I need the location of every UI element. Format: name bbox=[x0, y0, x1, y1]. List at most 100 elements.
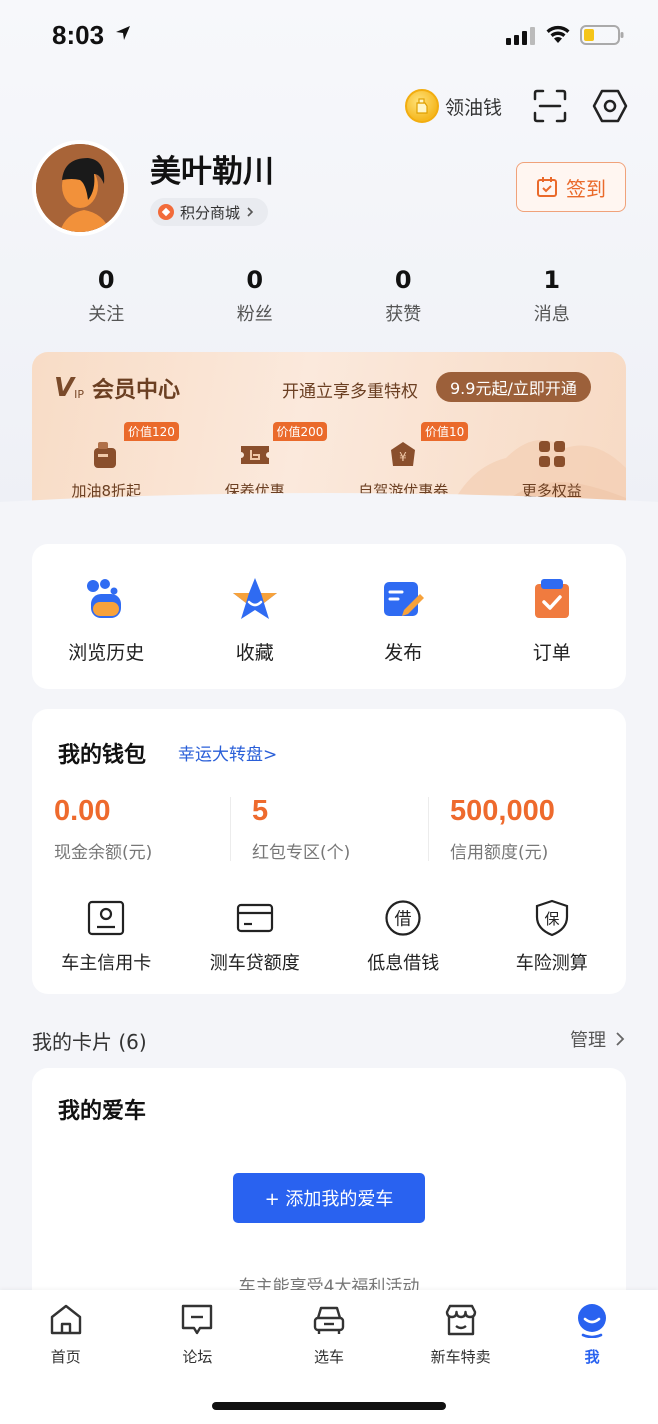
vip-logo-v: V bbox=[54, 373, 75, 403]
calendar-check-icon bbox=[537, 177, 557, 197]
oil-money-label[interactable]: 领油钱 bbox=[445, 93, 502, 120]
quick-action-favorite[interactable]: 收藏 bbox=[181, 544, 330, 689]
quick-action-label: 浏览历史 bbox=[68, 642, 145, 664]
wallet-tool-loan-quota[interactable]: 测车贷额度 bbox=[181, 899, 330, 975]
bank-card-icon bbox=[236, 903, 273, 933]
history-icon bbox=[87, 579, 122, 618]
header-actions: 领油钱 bbox=[404, 86, 628, 126]
wallet-tool-credit-card[interactable]: 车主信用卡 bbox=[32, 899, 181, 975]
oil-can-icon bbox=[94, 442, 117, 468]
wallet-tool-label: 车险测算 bbox=[515, 953, 588, 974]
location-arrow-icon bbox=[116, 26, 130, 40]
wallet-tools: 车主信用卡 测车贷额度 借 低息借钱 保 车险测算 bbox=[32, 899, 626, 975]
cellular-signal-icon bbox=[506, 27, 535, 45]
battery-icon bbox=[580, 25, 624, 45]
wallet-tool-insurance[interactable]: 保 车险测算 bbox=[478, 899, 627, 975]
grid-icon bbox=[538, 441, 565, 467]
wifi-icon bbox=[546, 25, 570, 43]
insurance-shield-icon: 保 bbox=[535, 899, 568, 937]
add-car-button[interactable]: + 添加我的爱车 bbox=[233, 1173, 425, 1223]
stat-messages[interactable]: 1 消息 bbox=[478, 266, 627, 326]
id-card-icon bbox=[88, 900, 125, 936]
header-curve-divider bbox=[0, 493, 658, 530]
tab-label: 新车特卖 bbox=[430, 1348, 491, 1366]
forum-icon bbox=[182, 1304, 213, 1335]
manage-label: 管理 bbox=[570, 1030, 606, 1051]
quick-action-label: 订单 bbox=[532, 642, 571, 664]
wallet-title: 我的钱包 bbox=[58, 743, 147, 768]
car-select-icon bbox=[313, 1306, 345, 1334]
new-car-sale-icon bbox=[445, 1304, 476, 1336]
stat-label: 粉丝 bbox=[236, 304, 273, 325]
wallet-value: 0.00 bbox=[54, 795, 111, 827]
chevron-right-icon bbox=[247, 207, 254, 217]
stat-label: 获赞 bbox=[385, 304, 422, 325]
value-badge: 价值120 bbox=[124, 422, 179, 441]
avatar[interactable] bbox=[32, 140, 128, 236]
vip-logo: V IP 会员中心 bbox=[54, 372, 180, 404]
wallet-tool-label: 低息借钱 bbox=[367, 953, 440, 974]
tab-label: 我 bbox=[584, 1348, 600, 1366]
vip-open-button[interactable]: 9.9元起/立即开通 bbox=[436, 372, 591, 402]
wallet-label: 红包专区(个) bbox=[252, 843, 351, 863]
travel-coupon-icon: ¥ bbox=[391, 442, 416, 466]
quick-action-orders[interactable]: 订单 bbox=[478, 544, 627, 689]
tab-label: 首页 bbox=[50, 1348, 81, 1366]
stat-label: 关注 bbox=[88, 304, 125, 325]
wallet-value: 500,000 bbox=[450, 795, 555, 827]
stat-likes[interactable]: 0 获赞 bbox=[329, 266, 478, 326]
home-indicator[interactable] bbox=[212, 1402, 446, 1410]
profile-stats: 0 关注 0 粉丝 0 获赞 1 消息 bbox=[32, 266, 626, 326]
quick-action-history[interactable]: 浏览历史 bbox=[32, 544, 181, 689]
order-clipboard-icon bbox=[534, 579, 569, 618]
stat-value: 0 bbox=[246, 266, 264, 294]
wallet-card: 我的钱包 幸运大转盘> 0.00 现金余额(元) 5 红包专区(个) 500,0… bbox=[32, 709, 626, 994]
settings-icon[interactable] bbox=[592, 88, 628, 124]
quick-action-publish[interactable]: 发布 bbox=[329, 544, 478, 689]
my-car-card: 我的爱车 + 添加我的爱车 车主能享受4大福利活动 bbox=[32, 1068, 626, 1328]
wallet-stat-cash[interactable]: 0.00 现金余额(元) bbox=[32, 795, 230, 863]
value-badge: 价值10 bbox=[421, 422, 469, 441]
points-mall-link[interactable]: 积分商城 bbox=[150, 198, 269, 226]
tab-label: 论坛 bbox=[182, 1348, 213, 1366]
tab-label: 选车 bbox=[313, 1348, 344, 1366]
stat-value: 0 bbox=[394, 266, 412, 294]
username: 美叶勒川 bbox=[150, 154, 274, 190]
lucky-wheel-link[interactable]: 幸运大转盘> bbox=[178, 740, 277, 765]
manage-cards-button[interactable]: 管理 bbox=[570, 1026, 626, 1052]
stat-value: 1 bbox=[543, 266, 561, 294]
quick-actions-card: 浏览历史 收藏 发布 订单 bbox=[32, 544, 626, 689]
tab-me[interactable]: 我 bbox=[526, 1290, 658, 1424]
stat-fans[interactable]: 0 粉丝 bbox=[181, 266, 330, 326]
tab-home[interactable]: 首页 bbox=[0, 1290, 132, 1424]
vip-logo-ip: IP bbox=[74, 387, 85, 401]
quick-action-label: 收藏 bbox=[235, 642, 274, 664]
my-car-title: 我的爱车 bbox=[58, 1099, 147, 1124]
wallet-stats: 0.00 现金余额(元) 5 红包专区(个) 500,000 信用额度(元) bbox=[32, 795, 626, 863]
oil-coin-icon[interactable] bbox=[404, 89, 439, 123]
publish-edit-icon bbox=[384, 582, 425, 616]
svg-text:保: 保 bbox=[544, 910, 559, 928]
wallet-stat-credit[interactable]: 500,000 信用额度(元) bbox=[428, 795, 626, 863]
quick-action-label: 发布 bbox=[384, 642, 423, 664]
chevron-right-icon bbox=[616, 1032, 625, 1046]
vip-promo-text: 开通立享多重特权 bbox=[282, 382, 418, 402]
scan-icon[interactable] bbox=[532, 88, 568, 124]
profile-icon bbox=[578, 1304, 607, 1338]
maintenance-ticket-icon bbox=[240, 446, 269, 464]
checkin-button[interactable]: 签到 bbox=[516, 162, 626, 212]
wallet-tool-borrow[interactable]: 借 低息借钱 bbox=[329, 899, 478, 975]
favorite-star-icon bbox=[232, 578, 277, 619]
stat-value: 0 bbox=[97, 266, 115, 294]
stat-following[interactable]: 0 关注 bbox=[32, 266, 181, 326]
svg-text:借: 借 bbox=[395, 910, 412, 930]
svg-text:¥: ¥ bbox=[399, 450, 407, 464]
status-time: 8:03 bbox=[52, 20, 105, 50]
wallet-stat-red-packet[interactable]: 5 红包专区(个) bbox=[230, 795, 428, 863]
status-bar: 8:03 bbox=[0, 0, 658, 70]
wallet-tool-label: 车主信用卡 bbox=[61, 953, 152, 974]
my-cards-title: 我的卡片 (6) bbox=[32, 1030, 147, 1054]
vip-title: 会员中心 bbox=[92, 378, 181, 403]
points-diamond-icon bbox=[158, 204, 174, 220]
wallet-label: 信用额度(元) bbox=[450, 843, 549, 863]
